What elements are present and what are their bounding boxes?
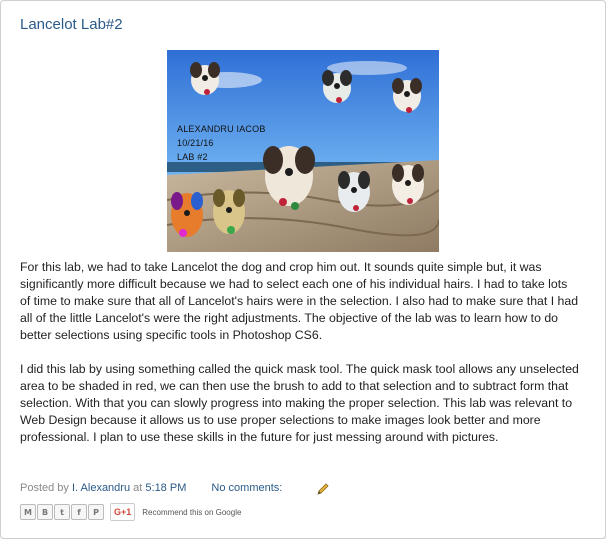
blogthis-icon[interactable]: B	[37, 504, 53, 520]
collage-graphic	[167, 50, 439, 252]
twitter-icon[interactable]: t	[54, 504, 70, 520]
edit-pencil-icon[interactable]	[316, 482, 330, 496]
image-caption-name: ALEXANDRU IACOB	[177, 124, 266, 134]
post-body: For this lab, we had to take Lancelot th…	[20, 259, 580, 446]
image-caption-date: 10/21/16	[177, 138, 214, 148]
at-label: at	[133, 482, 143, 494]
facebook-icon[interactable]: f	[71, 504, 87, 520]
pinterest-icon[interactable]: P	[88, 504, 104, 520]
post-footer: Posted by I. Alexandru at 5:18 PM No com…	[20, 482, 282, 494]
post-paragraph: I did this lab by using something called…	[20, 362, 579, 444]
post-title-link[interactable]: Lancelot Lab#2	[20, 16, 123, 33]
lancelot-collage-image[interactable]: ALEXANDRU IACOB 10/21/16 LAB #2	[167, 50, 439, 252]
email-icon[interactable]: M	[20, 504, 36, 520]
post-paragraph: For this lab, we had to take Lancelot th…	[20, 260, 579, 342]
recommend-label: Recommend this on Google	[142, 507, 242, 517]
author-link[interactable]: I. Alexandru	[72, 482, 130, 494]
comments-link[interactable]: No comments:	[211, 482, 282, 494]
blog-post: Lancelot Lab#2 ALEXANDRU IACOB 10/21/16 …	[0, 0, 606, 539]
gplus-button[interactable]: G+1	[110, 503, 136, 521]
post-time-link[interactable]: 5:18 PM	[145, 482, 186, 494]
share-buttons: M B t f P G+1 Recommend this on Google	[20, 503, 242, 521]
posted-by-label: Posted by	[20, 482, 69, 494]
image-caption-lab: LAB #2	[177, 152, 208, 162]
